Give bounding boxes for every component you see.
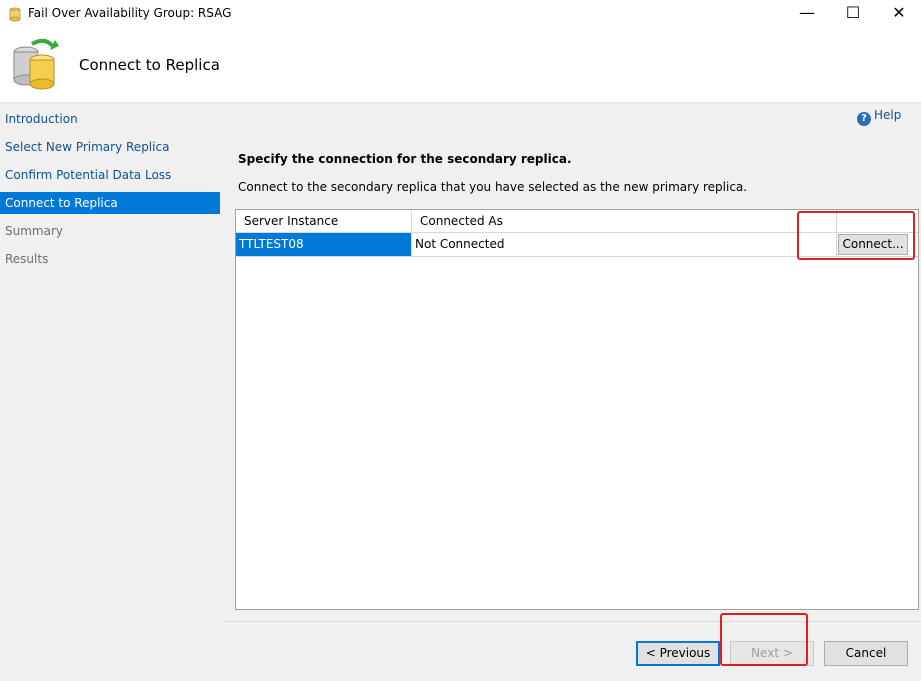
grid-header: Server Instance Connected As	[236, 210, 918, 233]
help-icon: ?	[857, 112, 871, 126]
nav-item-summary: Summary	[5, 224, 63, 238]
availability-group-icon	[13, 38, 59, 90]
nav-item-connect-to-replica[interactable]: Connect to Replica	[0, 192, 220, 214]
title-bar: Fail Over Availability Group: RSAG — ☐ ✕	[0, 0, 921, 28]
cell-server-instance[interactable]: TTLTEST08	[236, 233, 412, 256]
footer-divider	[221, 621, 921, 622]
section-description: Connect to the secondary replica that yo…	[238, 180, 748, 194]
help-label: Help	[874, 108, 902, 122]
replica-grid: Server Instance Connected As TTLTEST08 N…	[235, 209, 919, 610]
cancel-button[interactable]: Cancel	[824, 641, 908, 666]
column-header-server-instance[interactable]: Server Instance	[236, 210, 412, 232]
wizard-content: ? Help Specify the connection for the sec…	[221, 102, 921, 681]
window-title: Fail Over Availability Group: RSAG	[28, 6, 232, 20]
minimize-button[interactable]: —	[784, 0, 830, 28]
cell-connected-as: Not Connected	[412, 233, 837, 256]
connect-button[interactable]: Connect...	[838, 234, 908, 255]
help-link[interactable]: ? Help	[857, 108, 901, 126]
column-header-connected-as[interactable]: Connected As	[412, 210, 837, 232]
nav-item-results: Results	[5, 252, 49, 266]
table-row[interactable]: TTLTEST08 Not Connected Connect...	[236, 233, 918, 257]
wizard-header: Connect to Replica	[0, 28, 921, 102]
nav-item-confirm-potential-data-loss[interactable]: Confirm Potential Data Loss	[0, 164, 220, 186]
section-heading: Specify the connection for the secondary…	[238, 152, 572, 166]
nav-item-select-new-primary-replica[interactable]: Select New Primary Replica	[0, 136, 220, 158]
nav-item-introduction[interactable]: Introduction	[0, 108, 220, 130]
close-button[interactable]: ✕	[876, 0, 921, 28]
page-title: Connect to Replica	[79, 56, 220, 74]
database-wizard-icon	[9, 7, 21, 22]
previous-button[interactable]: < Previous	[636, 641, 720, 666]
maximize-button[interactable]: ☐	[830, 0, 876, 28]
wizard-nav: Introduction Select New Primary Replica …	[0, 102, 221, 681]
column-header-action	[837, 210, 918, 232]
next-button: Next >	[730, 641, 814, 666]
